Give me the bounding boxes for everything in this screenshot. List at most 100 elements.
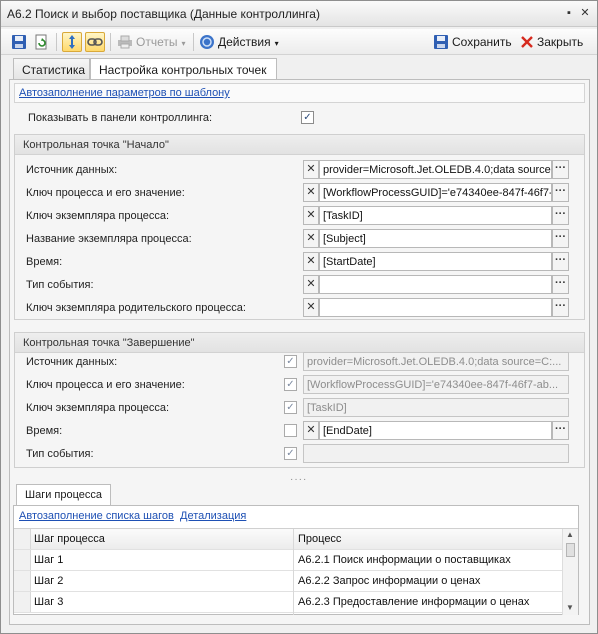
scroll-up-icon[interactable]: ▲: [566, 530, 574, 539]
start-datasource-browse-button[interactable]: ···: [552, 160, 569, 179]
title-bar: А6.2 Поиск и выбор поставщика (Данные ко…: [1, 1, 597, 27]
start-parent-key-browse-button[interactable]: ···: [552, 298, 569, 317]
start-time-clear-button[interactable]: ✕: [303, 252, 319, 271]
end-time-label: Время:: [26, 425, 63, 437]
start-parent-key-clear-button[interactable]: ✕: [303, 298, 319, 317]
row-selector[interactable]: [14, 592, 31, 612]
end-group-title: Контрольная точка "Завершение": [15, 333, 584, 353]
window: А6.2 Поиск и выбор поставщика (Данные ко…: [0, 0, 598, 634]
autofill-steps-link[interactable]: Автозаполнение списка шагов: [19, 510, 174, 522]
window-title: А6.2 Поиск и выбор поставщика (Данные ко…: [7, 7, 320, 21]
tab-process-steps[interactable]: Шаги процесса: [16, 484, 112, 506]
start-event-type-label: Тип события:: [26, 279, 94, 291]
reports-menu: Отчеты ▾: [136, 35, 186, 49]
start-parent-key-label: Ключ экземпляра родительского процесса:: [26, 302, 246, 314]
end-time-browse-button[interactable]: ···: [552, 421, 569, 440]
start-instance-key-field[interactable]: [TaskID]: [319, 206, 552, 225]
actions-label: Действия: [218, 35, 271, 49]
toolbar: Отчеты ▾ Действия ▾ Сохранить Закрыть: [1, 29, 597, 55]
start-event-type-clear-button[interactable]: ✕: [303, 275, 319, 294]
connect-arrows-icon[interactable]: [62, 32, 82, 52]
actions-globe-icon[interactable]: [197, 32, 217, 52]
scroll-thumb[interactable]: [566, 543, 575, 557]
save-icon: [431, 32, 451, 52]
start-instance-name-field[interactable]: [Subject]: [319, 229, 552, 248]
start-time-field[interactable]: [StartDate]: [319, 252, 552, 271]
process-steps-panel: Автозаполнение списка шагов Детализация …: [13, 505, 579, 615]
toolbar-separator: [193, 33, 194, 51]
process-cell[interactable]: А6.2.1 Поиск информации о поставщиках: [298, 554, 511, 566]
process-cell[interactable]: А6.2.3 Предоставление информации о ценах: [298, 596, 529, 608]
reports-label: Отчеты: [136, 35, 178, 49]
start-process-key-label: Ключ процесса и его значение:: [26, 187, 185, 199]
tab-checkpoints-settings[interactable]: Настройка контрольных точек: [90, 58, 277, 81]
end-instance-key-label: Ключ экземпляра процесса:: [26, 402, 170, 414]
end-process-key-label: Ключ процесса и его значение:: [26, 379, 185, 391]
save-disk-icon[interactable]: [9, 32, 29, 52]
minimize-button[interactable]: ▪: [562, 6, 576, 20]
step-cell[interactable]: Шаг 3: [34, 596, 63, 608]
autofill-bar: Автозаполнение параметров по шаблону: [14, 83, 585, 103]
close-x-icon: [517, 32, 537, 52]
end-event-type-inherit-checkbox[interactable]: ✓: [284, 447, 297, 460]
tab-statistics[interactable]: Статистика: [13, 58, 90, 80]
end-time-field[interactable]: [EndDate]: [319, 421, 552, 440]
close-button[interactable]: Закрыть: [537, 35, 583, 49]
scroll-down-icon[interactable]: ▼: [566, 603, 574, 612]
start-time-browse-button[interactable]: ···: [552, 252, 569, 271]
autofill-template-link[interactable]: Автозаполнение параметров по шаблону: [19, 87, 230, 99]
end-event-type-label: Тип события:: [26, 448, 94, 460]
close-window-button[interactable]: ✕: [578, 6, 592, 20]
link-chain-icon[interactable]: [85, 32, 105, 52]
process-cell[interactable]: А6.2.2 Запрос информации о ценах: [298, 575, 480, 587]
end-datasource-inherit-checkbox[interactable]: ✓: [284, 355, 297, 368]
details-link[interactable]: Детализация: [180, 510, 246, 522]
refresh-document-icon[interactable]: [31, 32, 51, 52]
end-process-key-field[interactable]: [WorkflowProcessGUID]='e74340ee-847f-46f…: [303, 375, 569, 394]
start-instance-key-label: Ключ экземпляра процесса:: [26, 210, 170, 222]
end-datasource-field[interactable]: provider=Microsoft.Jet.OLEDB.4.0;data so…: [303, 352, 569, 371]
start-event-type-browse-button[interactable]: ···: [552, 275, 569, 294]
save-button[interactable]: Сохранить: [452, 35, 512, 49]
end-time-inherit-checkbox[interactable]: [284, 424, 297, 437]
start-process-key-field[interactable]: [WorkflowProcessGUID]='e74340ee-847f-46f…: [319, 183, 552, 202]
start-parent-key-field[interactable]: [319, 298, 552, 317]
end-process-key-inherit-checkbox[interactable]: ✓: [284, 378, 297, 391]
end-event-type-field[interactable]: [303, 444, 569, 463]
start-datasource-label: Источник данных:: [26, 164, 118, 176]
steps-grid-header: Шаг процесса Процесс: [14, 529, 562, 550]
end-datasource-label: Источник данных:: [26, 356, 118, 368]
start-instance-name-browse-button[interactable]: ···: [552, 229, 569, 248]
row-selector[interactable]: [14, 571, 31, 591]
start-datasource-field[interactable]: provider=Microsoft.Jet.OLEDB.4.0;data so…: [319, 160, 552, 179]
start-group-title: Контрольная точка "Начало": [15, 135, 584, 155]
start-instance-key-clear-button[interactable]: ✕: [303, 206, 319, 225]
start-datasource-clear-button[interactable]: ✕: [303, 160, 319, 179]
start-instance-name-clear-button[interactable]: ✕: [303, 229, 319, 248]
start-event-type-field[interactable]: [319, 275, 552, 294]
column-header-process[interactable]: Процесс: [298, 533, 341, 545]
actions-menu[interactable]: Действия ▾: [218, 35, 279, 49]
column-header-step[interactable]: Шаг процесса: [34, 533, 105, 545]
splitter-handle[interactable]: ····: [290, 474, 307, 485]
row-selector-header: [14, 529, 31, 549]
step-cell[interactable]: Шаг 2: [34, 575, 63, 587]
column-divider: [293, 529, 294, 615]
end-instance-key-inherit-checkbox[interactable]: ✓: [284, 401, 297, 414]
toolbar-separator: [110, 33, 111, 51]
printer-icon: [115, 32, 135, 52]
table-row[interactable]: Шаг 1 А6.2.1 Поиск информации о поставщи…: [14, 550, 562, 571]
show-in-panel-checkbox[interactable]: ✓: [301, 111, 314, 124]
start-process-key-clear-button[interactable]: ✕: [303, 183, 319, 202]
end-time-clear-button[interactable]: ✕: [303, 421, 319, 440]
steps-scrollbar[interactable]: ▲ ▼: [562, 529, 578, 615]
start-instance-name-label: Название экземпляра процесса:: [26, 233, 192, 245]
start-instance-key-browse-button[interactable]: ···: [552, 206, 569, 225]
table-row[interactable]: Шаг 3 А6.2.3 Предоставление информации о…: [14, 592, 562, 613]
table-row[interactable]: Шаг 2 А6.2.2 Запрос информации о ценах: [14, 571, 562, 592]
start-process-key-browse-button[interactable]: ···: [552, 183, 569, 202]
start-time-label: Время:: [26, 256, 63, 268]
end-instance-key-field[interactable]: [TaskID]: [303, 398, 569, 417]
row-selector[interactable]: [14, 550, 31, 570]
step-cell[interactable]: Шаг 1: [34, 554, 63, 566]
